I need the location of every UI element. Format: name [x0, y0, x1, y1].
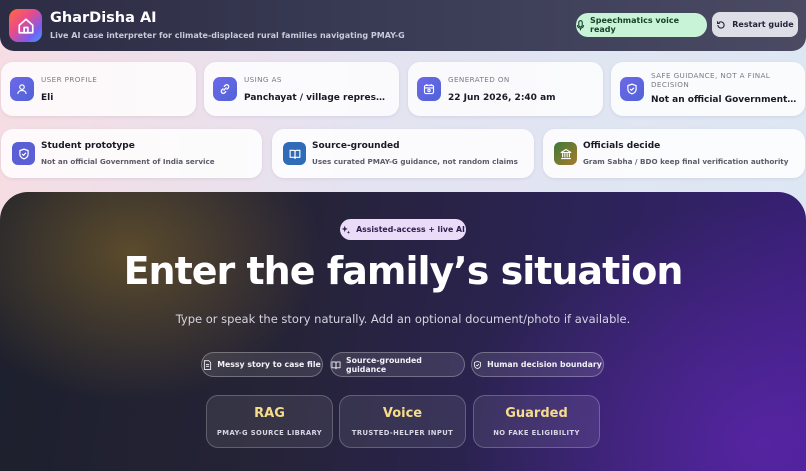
stat-voice-title: Voice	[382, 406, 423, 421]
source-grounded-description: Uses curated PMAY-G guidance, not random…	[312, 157, 518, 166]
feature-chip-source-guidance: Source-grounded guidance	[330, 352, 465, 377]
book-icon	[283, 142, 306, 165]
feature-chip-case-file: Messy story to case file	[201, 352, 323, 377]
stat-card-rag: RAG PMAY-G SOURCE LIBRARY	[206, 395, 333, 448]
safe-guidance-label: SAFE GUIDANCE, NOT A FINAL DECISION	[651, 71, 771, 89]
generated-on-value: 22 Jun 2026, 2:40 am	[448, 93, 556, 103]
voice-status-label: Speechmatics voice ready	[590, 16, 679, 34]
stat-rag-caption: PMAY-G SOURCE LIBRARY	[216, 429, 323, 437]
stat-voice-caption: TRUSTED-HELPER INPUT	[351, 429, 454, 437]
app-title: GharDisha AI	[50, 10, 157, 26]
generated-on-card: GENERATED ON 22 Jun 2026, 2:40 am	[408, 62, 603, 116]
calendar-icon	[417, 77, 441, 101]
hero-title: Enter the family’s situation	[123, 249, 684, 293]
document-icon	[203, 359, 212, 370]
stat-guarded-caption: NO FAKE ELIGIBILITY	[493, 429, 580, 437]
student-prototype-card: Student prototype Not an official Govern…	[1, 129, 262, 178]
assisted-access-label: Assisted-access + live AI	[356, 225, 465, 234]
hero-subtitle: Type or speak the story naturally. Add a…	[175, 312, 631, 326]
student-prototype-title: Student prototype	[41, 141, 135, 151]
officials-decide-description: Gram Sabha / BDO keep final verification…	[583, 157, 789, 166]
safe-guidance-value: Not an official Government of India serv…	[651, 95, 797, 105]
student-prototype-description: Not an official Government of India serv…	[41, 157, 215, 166]
shield-check-icon	[12, 142, 35, 165]
app-subtitle: Live AI case interpreter for climate-dis…	[50, 31, 405, 40]
sparkle-icon	[341, 225, 351, 235]
feature-chip-source-guidance-label: Source-grounded guidance	[346, 355, 422, 374]
restart-icon	[716, 20, 726, 30]
source-grounded-card: Source-grounded Uses curated PMAY-G guid…	[272, 129, 534, 178]
officials-decide-title: Officials decide	[583, 141, 661, 151]
using-as-label: USING AS	[244, 75, 282, 84]
using-as-value: Panchayat / village representative	[244, 93, 391, 103]
stat-card-guarded: Guarded NO FAKE ELIGIBILITY	[473, 395, 600, 448]
restart-guide-label: Restart guide	[732, 20, 794, 29]
home-icon[interactable]	[9, 9, 42, 42]
voice-status-badge[interactable]: Speechmatics voice ready	[576, 13, 707, 37]
assisted-access-badge: Assisted-access + live AI	[340, 219, 466, 240]
feature-chip-human-boundary: Human decision boundary	[471, 352, 604, 377]
link-icon	[213, 77, 237, 101]
open-book-icon	[331, 360, 341, 370]
app-header: GharDisha AI Live AI case interpreter fo…	[0, 0, 806, 51]
stat-rag-title: RAG	[254, 406, 285, 421]
safe-guidance-card: SAFE GUIDANCE, NOT A FINAL DECISION Not …	[611, 62, 805, 116]
user-profile-value: Eli	[41, 93, 54, 103]
feature-chip-case-file-label: Messy story to case file	[217, 360, 321, 369]
user-profile-label: USER PROFILE	[41, 75, 98, 84]
officials-decide-card: Officials decide Gram Sabha / BDO keep f…	[543, 129, 805, 178]
microphone-icon	[576, 19, 585, 31]
source-grounded-title: Source-grounded	[312, 141, 400, 151]
institution-icon	[554, 142, 577, 165]
shield-icon	[473, 360, 482, 370]
stat-card-voice: Voice TRUSTED-HELPER INPUT	[339, 395, 466, 448]
restart-guide-button[interactable]: Restart guide	[712, 12, 798, 37]
shield-icon	[620, 77, 644, 101]
hero-section: Assisted-access + live AI Enter the fami…	[0, 192, 806, 471]
stat-guarded-title: Guarded	[505, 406, 568, 421]
using-as-card: USING AS Panchayat / village representat…	[204, 62, 399, 116]
generated-on-label: GENERATED ON	[448, 75, 510, 84]
user-icon	[10, 77, 34, 101]
user-profile-card: USER PROFILE Eli	[1, 62, 196, 116]
feature-chip-human-boundary-label: Human decision boundary	[487, 360, 602, 369]
